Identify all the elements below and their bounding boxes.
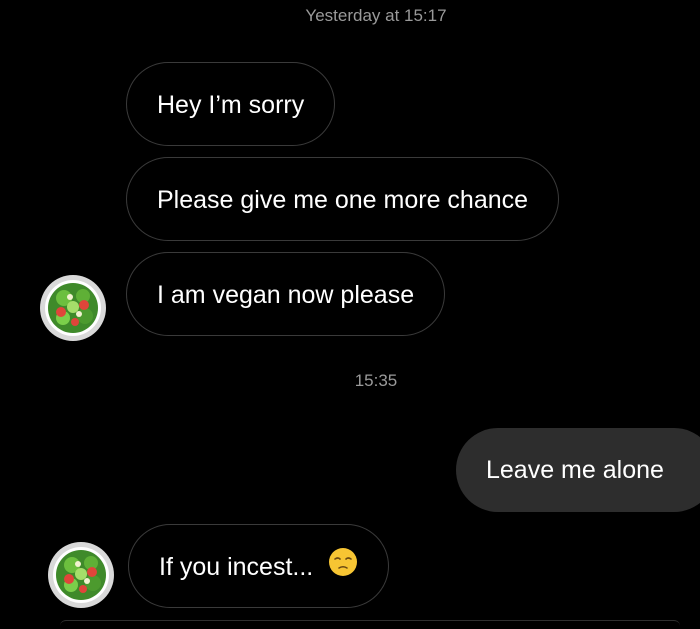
- message-text: Hey I’m sorry: [157, 91, 305, 119]
- outgoing-message[interactable]: Leave me alone: [456, 428, 700, 512]
- timestamp-yesterday: Yesterday at 15:17: [305, 6, 447, 25]
- timestamp-time: 15:35: [354, 371, 398, 390]
- salad-bowl-icon[interactable]: [47, 541, 115, 609]
- incoming-message[interactable]: Hey I’m sorry: [126, 62, 336, 146]
- incoming-message[interactable]: I am vegan now please: [126, 252, 446, 336]
- incoming-message[interactable]: If you incest...: [128, 524, 390, 608]
- pensive-face-emoji: [329, 548, 358, 576]
- message-text: I am vegan now please: [157, 281, 415, 309]
- incoming-message[interactable]: Please give me one more chance: [126, 157, 560, 241]
- salad-bowl-icon[interactable]: [39, 274, 107, 342]
- message-text: If you incest...: [159, 553, 314, 581]
- message-text: Leave me alone: [486, 456, 664, 484]
- message-text: Please give me one more chance: [157, 186, 529, 214]
